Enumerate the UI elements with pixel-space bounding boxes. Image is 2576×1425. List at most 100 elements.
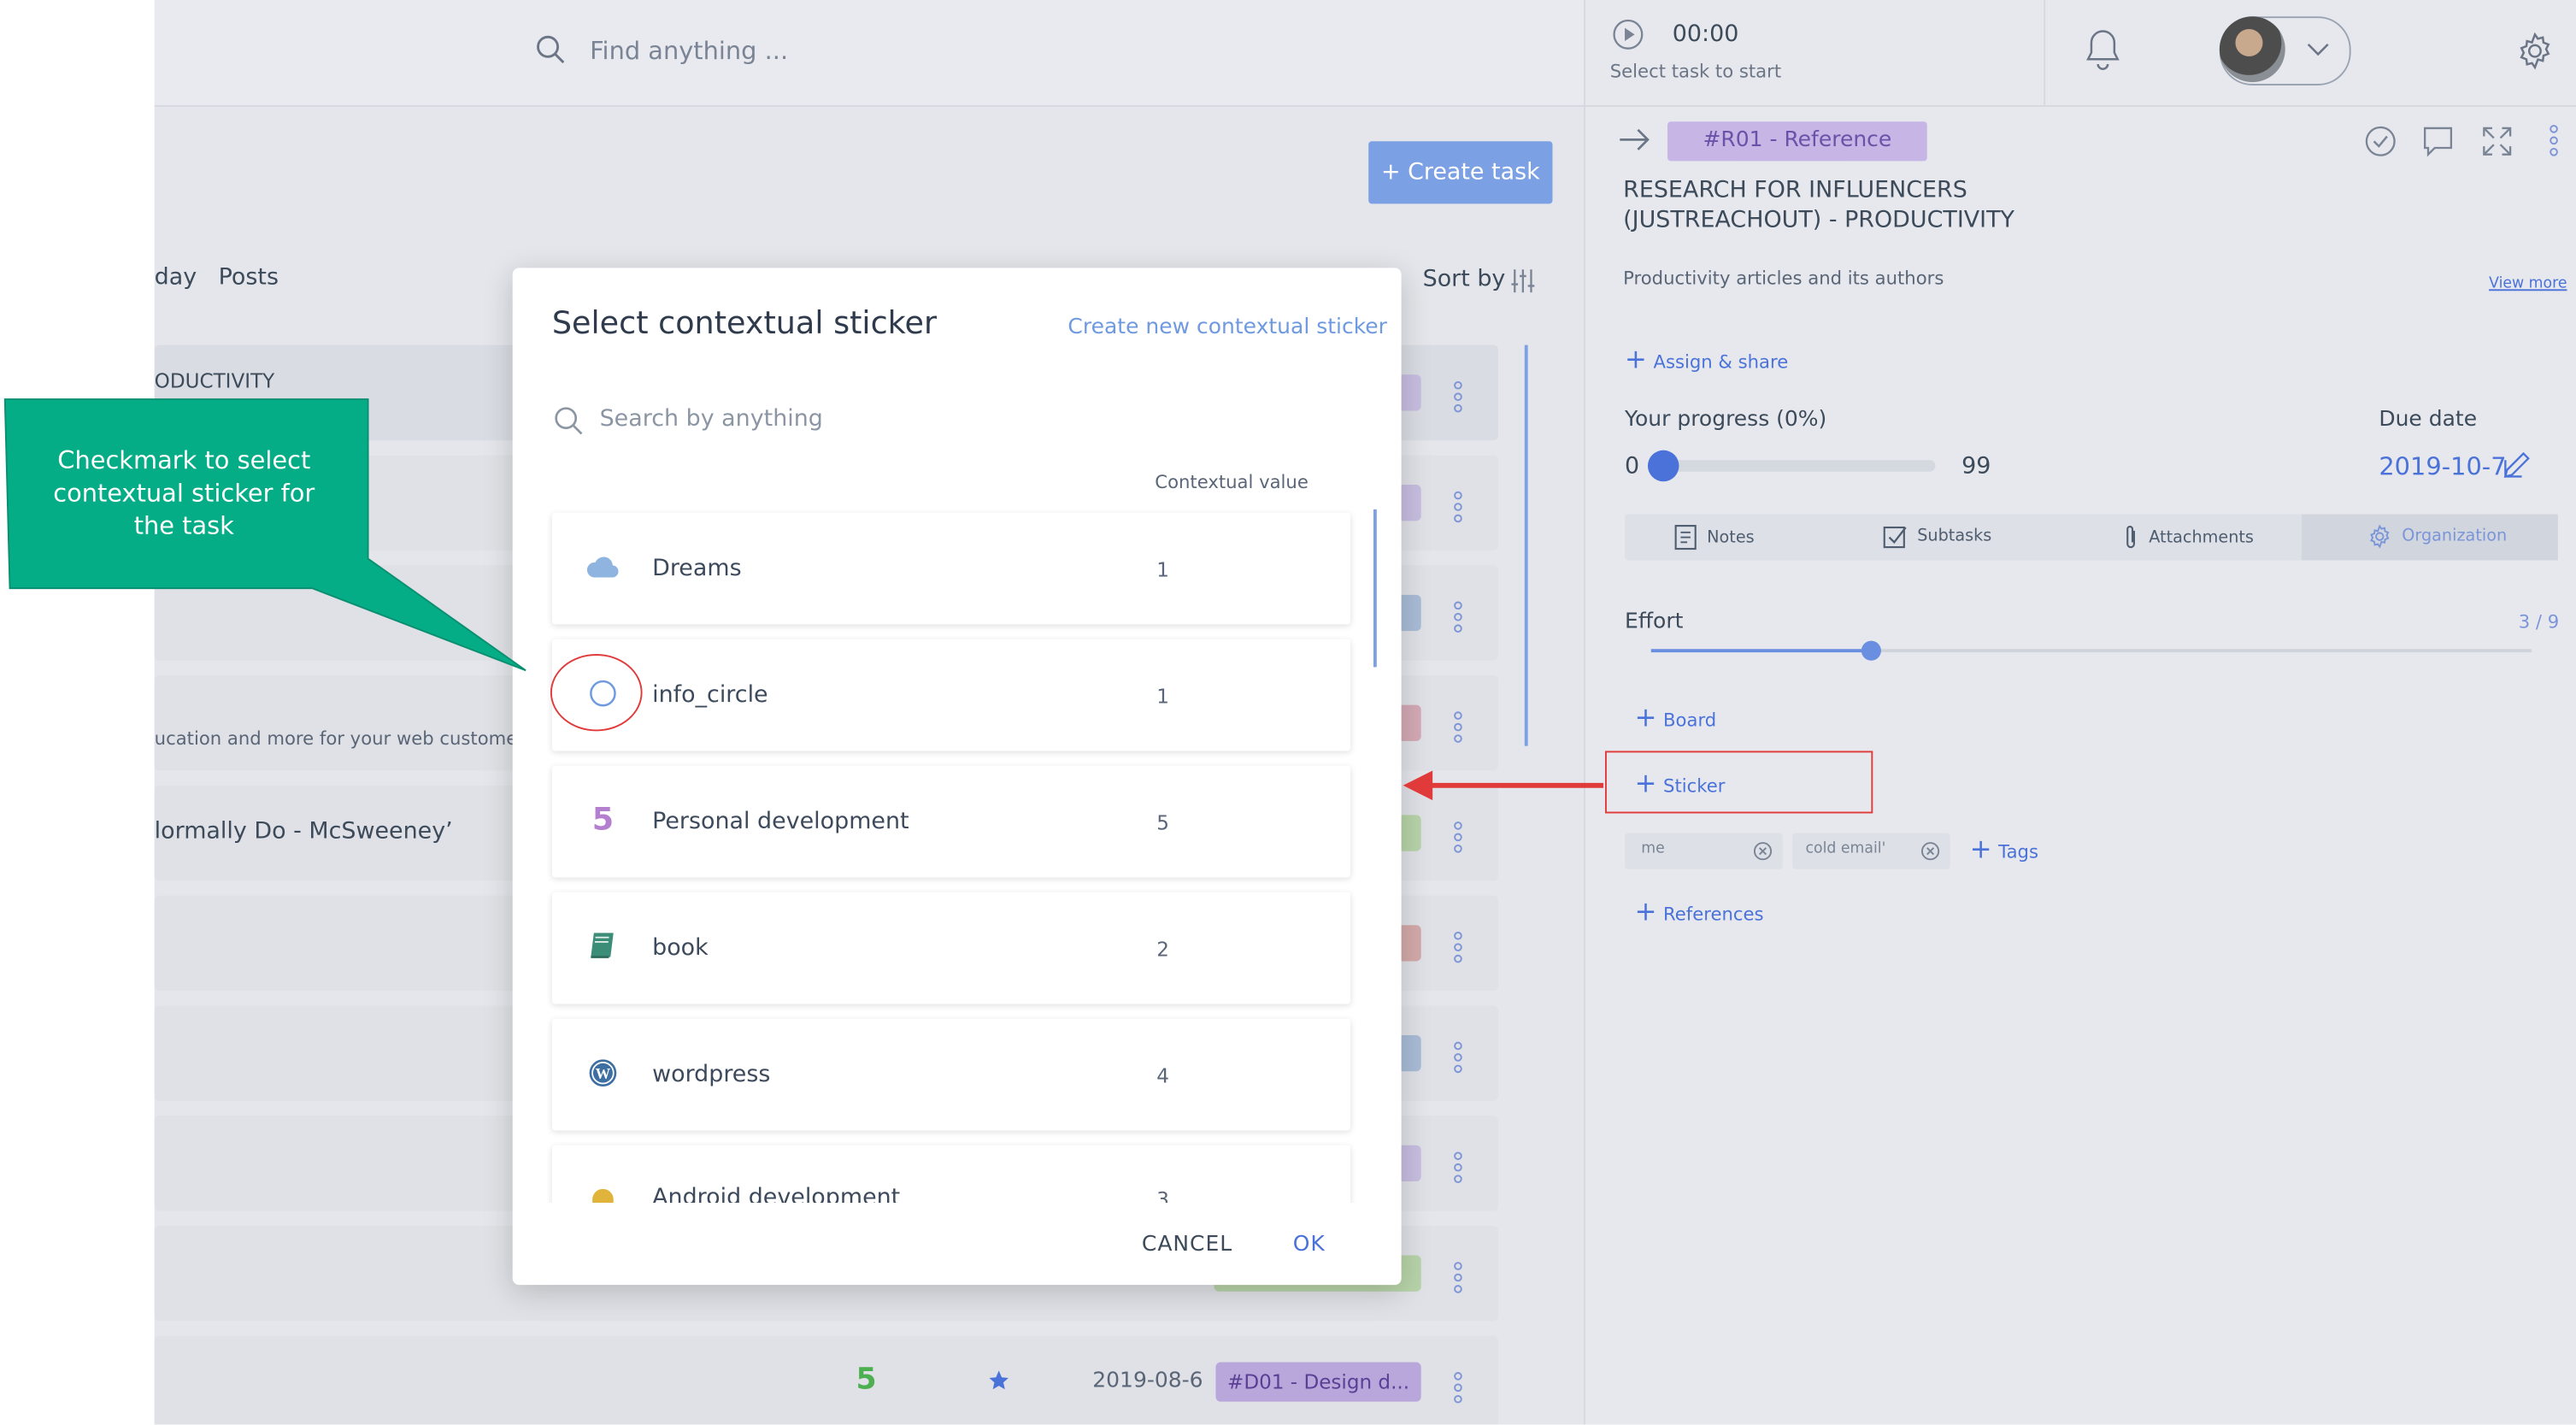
plus-icon: +: [1634, 701, 1657, 733]
tab-day[interactable]: day: [155, 264, 197, 291]
row-tag: [1397, 1145, 1421, 1182]
more-options-icon[interactable]: [2550, 125, 2560, 156]
tab-label: Notes: [1707, 527, 1755, 547]
sticker-value: 5: [1156, 811, 1169, 835]
row-menu-icon[interactable]: [1454, 1151, 1464, 1183]
arrow-right-icon[interactable]: [1618, 127, 1650, 153]
sticker-value: 4: [1156, 1064, 1169, 1088]
assign-share-button[interactable]: + Assign & share: [1625, 344, 1788, 375]
row-tag: #D01 - Design d...: [1215, 1362, 1421, 1402]
sticker-item[interactable]: info_circle 1: [551, 639, 1351, 751]
sticker-item[interactable]: 5 Personal development 5: [551, 765, 1351, 878]
tag-chip-label: me: [1641, 841, 1665, 858]
timer-hint: Select task to start: [1609, 61, 1782, 83]
effort-slider[interactable]: [1650, 640, 2532, 661]
tab-posts[interactable]: Posts: [219, 264, 279, 291]
expand-icon[interactable]: [2482, 127, 2512, 156]
cloud-icon: [586, 556, 619, 578]
assign-share-label: Assign & share: [1653, 351, 1789, 374]
effort-value: 3 / 9: [2518, 611, 2560, 633]
row-tag: [1397, 925, 1421, 962]
gear-icon: [2370, 524, 2390, 549]
android-icon: [592, 1188, 614, 1204]
sticker-name: wordpress: [652, 1061, 771, 1088]
view-more-link[interactable]: View more: [2489, 276, 2567, 292]
tab-notes[interactable]: Notes: [1674, 524, 1755, 551]
check-circle-icon[interactable]: [2364, 125, 2397, 157]
sticker-item[interactable]: Dreams 1: [551, 512, 1351, 625]
wordpress-icon: W: [589, 1059, 617, 1087]
row-tag: [1397, 485, 1421, 521]
remove-tag-icon[interactable]: [1753, 841, 1773, 861]
tab-subtasks[interactable]: Subtasks: [1883, 524, 1991, 549]
row-menu-icon[interactable]: [1454, 1372, 1464, 1404]
reference-tag[interactable]: #R01 - Reference: [1667, 121, 1927, 162]
sort-by-label[interactable]: Sort by: [1423, 266, 1506, 292]
annotation-arrow-icon: [1403, 770, 1604, 801]
progress-label: Your progress (0%): [1625, 407, 1827, 433]
row-menu-icon[interactable]: [1454, 821, 1464, 853]
add-references-button[interactable]: + References: [1635, 896, 1764, 927]
global-search-input[interactable]: Find anything ...: [590, 36, 788, 66]
sticker-value: 1: [1156, 685, 1169, 709]
bell-icon[interactable]: [2083, 28, 2122, 71]
add-sticker-button[interactable]: + Sticker: [1635, 768, 1726, 799]
divider: [1585, 105, 2576, 107]
tab-attachments[interactable]: Attachments: [2122, 524, 2254, 551]
progress-slider[interactable]: [1647, 450, 1936, 482]
notes-icon: [1674, 525, 1697, 551]
sticker-item[interactable]: book 2: [551, 892, 1351, 1004]
play-icon[interactable]: [1612, 18, 1644, 50]
add-tags-button[interactable]: + Tags: [1970, 833, 2038, 865]
top-bar: Find anything ...: [154, 0, 1584, 107]
row-title: lormally Do - McSweeney’: [154, 818, 453, 845]
sticker-name: info_circle: [652, 681, 768, 709]
list-scrollbar[interactable]: [1524, 344, 1528, 746]
gear-icon[interactable]: [2515, 32, 2555, 71]
user-menu-button[interactable]: [2219, 16, 2351, 85]
table-row[interactable]: 5 2019-08-6 #D01 - Design d...: [154, 1335, 1499, 1425]
plus-icon: +: [1969, 833, 1992, 865]
sticker-label: Sticker: [1663, 775, 1726, 798]
star-icon[interactable]: [987, 1369, 1010, 1392]
add-board-button[interactable]: + Board: [1635, 702, 1717, 733]
create-task-button[interactable]: + Create task: [1368, 141, 1553, 204]
task-title-line: RESEARCH FOR INFLUENCERS: [1623, 177, 1967, 204]
comment-icon[interactable]: [2421, 125, 2454, 157]
remove-tag-icon[interactable]: [1920, 841, 1940, 861]
tab-label: Attachments: [2149, 527, 2254, 547]
sticker-item[interactable]: Android development 3: [551, 1145, 1351, 1204]
row-menu-icon[interactable]: [1454, 1041, 1464, 1074]
row-description: ucation and more for your web customers.: [154, 727, 540, 750]
row-menu-icon[interactable]: [1454, 491, 1464, 523]
sticker-search-input[interactable]: Search by anything: [600, 406, 823, 433]
row-menu-icon[interactable]: [1454, 1262, 1464, 1293]
ok-button[interactable]: OK: [1293, 1233, 1326, 1257]
create-sticker-link[interactable]: Create new contextual sticker: [1067, 315, 1387, 340]
row-menu-icon[interactable]: [1454, 711, 1464, 743]
tab-organization[interactable]: Organization: [2301, 514, 2558, 561]
tags-label: Tags: [1998, 841, 2038, 863]
row-tag: [1397, 594, 1421, 632]
row-menu-icon[interactable]: [1454, 601, 1464, 633]
due-date-value[interactable]: 2019-10-7: [2379, 452, 2506, 482]
edit-icon[interactable]: [2502, 450, 2532, 480]
tag-chip-label: cold email': [1805, 841, 1886, 858]
progress-slider-handle[interactable]: [1647, 450, 1679, 482]
cancel-button[interactable]: CANCEL: [1142, 1233, 1232, 1257]
tag-chip[interactable]: cold email': [1792, 833, 1950, 869]
row-tag: [1397, 815, 1421, 851]
effort-slider-handle[interactable]: [1861, 640, 1881, 661]
row-date: 2019-08-6: [1092, 1369, 1203, 1394]
sticker-value: 1: [1156, 558, 1169, 582]
sort-sliders-icon[interactable]: [1509, 268, 1536, 294]
sticker-list: Dreams 1 info_circle 1 5 Personal develo…: [513, 506, 1402, 1204]
sticker-item[interactable]: W wordpress 4: [551, 1018, 1351, 1131]
task-description: Productivity articles and its authors: [1623, 268, 1944, 290]
task-title-line: (JUSTREACHOUT) - PRODUCTIVITY: [1623, 207, 2015, 233]
row-menu-icon[interactable]: [1454, 931, 1464, 963]
plus-icon: +: [1634, 767, 1657, 799]
row-menu-icon[interactable]: [1454, 380, 1464, 413]
tag-chip[interactable]: me: [1625, 833, 1783, 869]
plus-icon: +: [1625, 343, 1647, 375]
